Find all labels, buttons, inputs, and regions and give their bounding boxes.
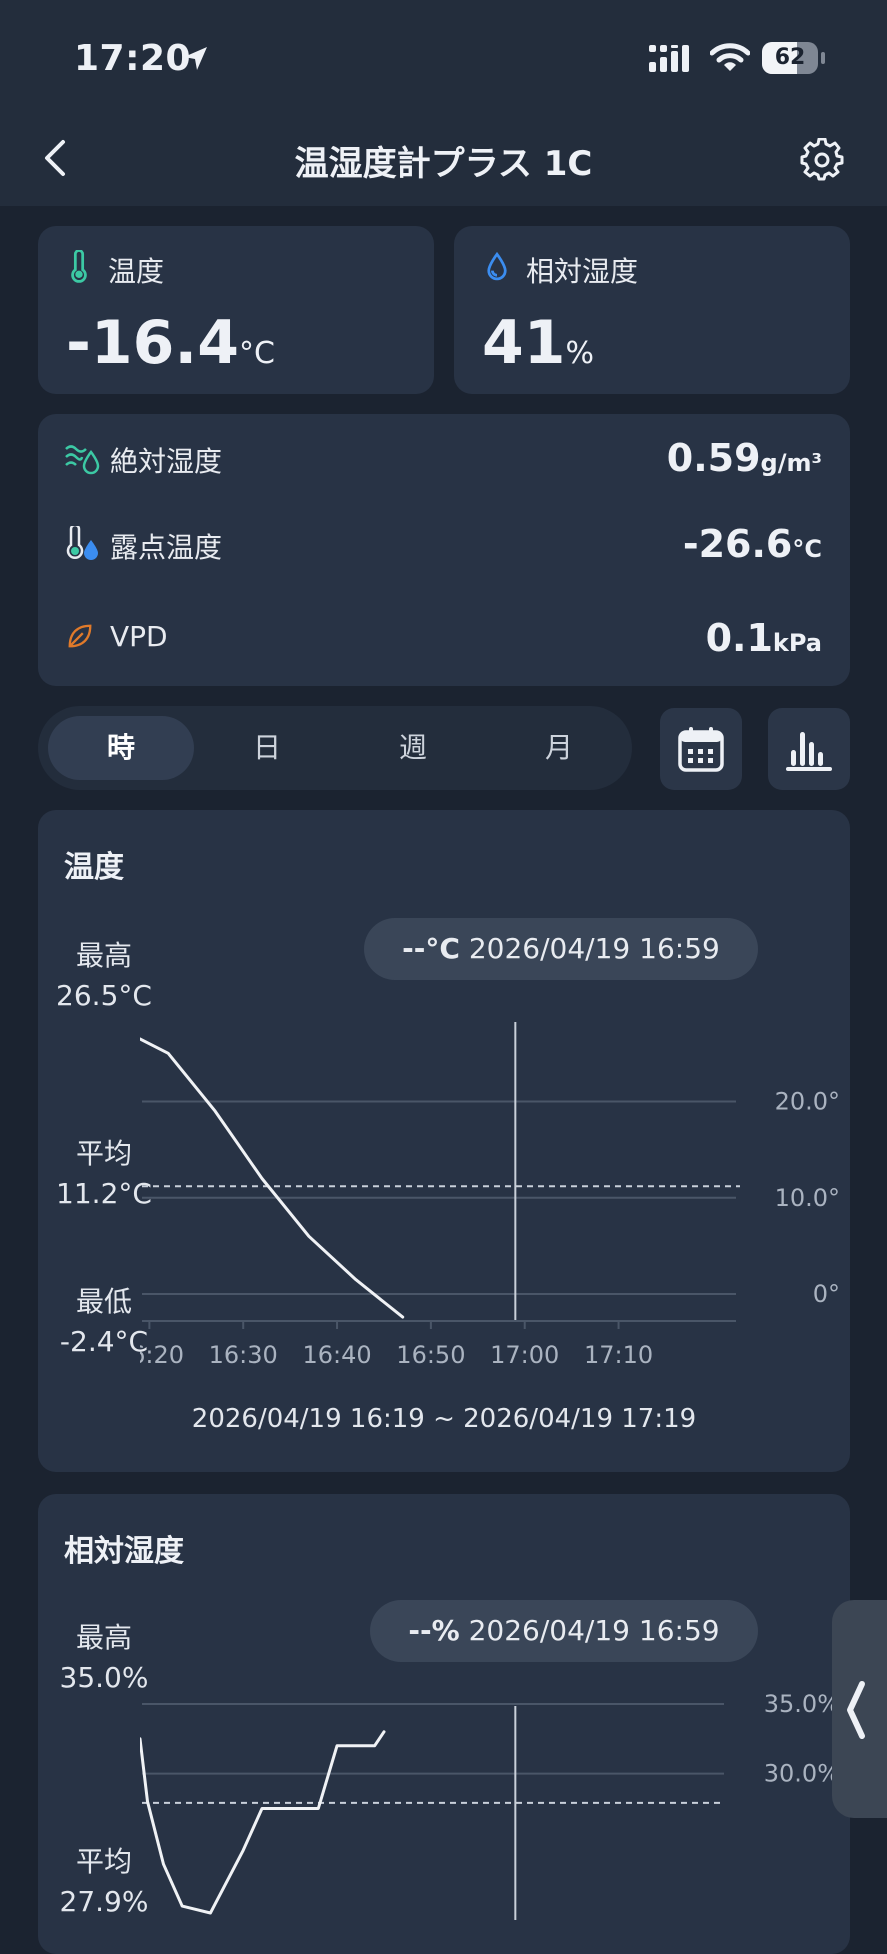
leaf-icon xyxy=(68,624,92,648)
humidity-label: 相対湿度 xyxy=(526,255,639,288)
x-tick-label: 17:00 xyxy=(490,1341,559,1369)
metric-label: 絶対湿度 xyxy=(110,445,223,478)
edge-drawer-handle[interactable] xyxy=(832,1600,887,1818)
temperature-time-range: 2026/04/19 16:19 ~ 2026/04/19 17:19 xyxy=(191,1404,697,1434)
temperature-chart-title: 温度 xyxy=(64,850,124,885)
period-segmented-control: 時 日 週 月 xyxy=(38,706,632,790)
status-time: 17:20 xyxy=(74,38,192,79)
chart-type-button[interactable] xyxy=(768,708,850,790)
x-tick-label: 16:20 xyxy=(140,1341,184,1369)
y-tick-label: 10.0° xyxy=(775,1184,840,1212)
humidity-chart-title: 相対湿度 xyxy=(64,1534,184,1569)
x-tick-label: 17:10 xyxy=(584,1341,653,1369)
x-tick-label: 16:40 xyxy=(302,1341,371,1369)
gear-icon[interactable] xyxy=(800,138,844,182)
waves-drop-icon xyxy=(65,445,100,475)
metric-row-dew-point: 露点温度 -26.6°C xyxy=(38,504,850,594)
temperature-value: -16.4°C xyxy=(66,308,275,378)
battery-percent: 62 xyxy=(774,45,806,70)
chevron-left-icon xyxy=(847,1681,865,1739)
metrics-card: 絶対湿度 0.59g/m³ 露点温度 -26.6°C VPD 0.1kPa xyxy=(38,414,850,686)
metric-label: 露点温度 xyxy=(110,531,223,564)
humidity-value: 41% xyxy=(482,308,595,378)
temperature-max: 最高 26.5°C xyxy=(56,939,152,1012)
bar-chart-icon xyxy=(786,732,832,771)
cellular-signal-icon xyxy=(649,45,689,72)
nav-bar: 温湿度計プラス 1C xyxy=(0,110,887,206)
metric-row-absolute-humidity: 絶対湿度 0.59g/m³ xyxy=(38,414,850,504)
calendar-button[interactable] xyxy=(660,708,742,790)
thermometer-icon xyxy=(71,250,87,283)
temperature-cursor-readout: --°C 2026/04/19 16:59 xyxy=(364,918,758,980)
temperature-card: 温度 -16.4°C xyxy=(38,226,434,394)
humidity-max: 最高 35.0% xyxy=(59,1621,149,1694)
calendar-icon xyxy=(678,727,724,772)
y-tick-label: 30.0% xyxy=(764,1760,840,1788)
metric-label: VPD xyxy=(110,620,168,653)
series-line xyxy=(140,1037,405,1319)
metric-row-vpd: VPD 0.1kPa xyxy=(38,594,850,686)
temperature-label: 温度 xyxy=(108,255,165,288)
tab-month[interactable]: 月 xyxy=(486,716,632,780)
series-line xyxy=(140,1730,386,1915)
top-bar: 17:20 62 温湿度計プラス 1C xyxy=(0,0,887,206)
y-tick-label: 20.0° xyxy=(775,1087,840,1115)
humidity-card: 相対湿度 41% xyxy=(454,226,850,394)
metric-value: -26.6°C xyxy=(682,522,822,566)
tab-hour[interactable]: 時 xyxy=(48,716,194,780)
page-title: 温湿度計プラス 1C xyxy=(294,144,593,184)
status-bar: 17:20 62 xyxy=(0,0,887,110)
metric-value: 0.59g/m³ xyxy=(666,436,822,480)
wifi-icon xyxy=(710,43,750,71)
tab-day[interactable]: 日 xyxy=(194,716,340,780)
water-drop-icon xyxy=(487,252,507,281)
humidity-chart[interactable]: 35.0% 30.0% xyxy=(140,1690,850,1920)
temperature-chart[interactable]: 20.0° 10.0° 0° 16:20 16:30 16:40 16:50 17:00 17:… xyxy=(140,1010,850,1390)
x-tick-label: 16:50 xyxy=(396,1341,465,1369)
y-tick-label: 0° xyxy=(813,1280,840,1308)
humidity-cursor-readout: --% 2026/04/19 16:59 xyxy=(370,1600,758,1662)
metric-value: 0.1kPa xyxy=(705,616,822,660)
battery-indicator: 62 xyxy=(762,42,826,76)
dew-point-icon xyxy=(66,526,98,560)
y-tick-label: 35.0% xyxy=(764,1690,840,1718)
x-tick-label: 16:30 xyxy=(209,1341,278,1369)
location-arrow-icon xyxy=(184,47,207,70)
tab-week[interactable]: 週 xyxy=(340,716,486,780)
